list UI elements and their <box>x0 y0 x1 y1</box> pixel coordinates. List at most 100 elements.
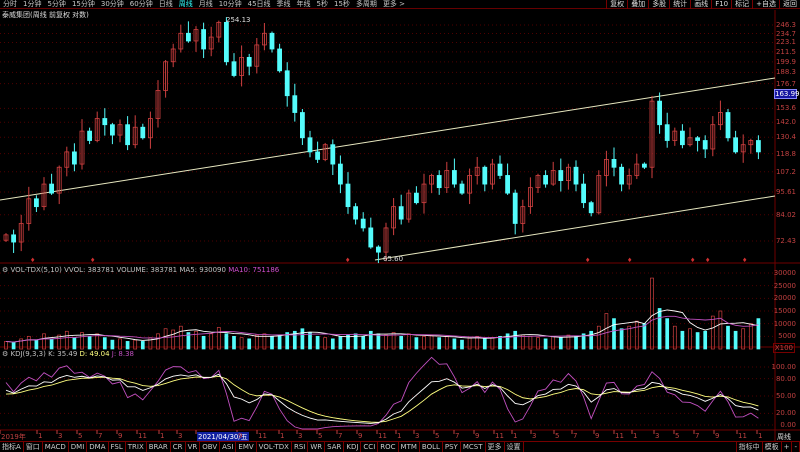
candle-body <box>375 246 381 253</box>
indicator-tab-25[interactable]: 设置 <box>505 442 524 452</box>
indicator-tab-21[interactable]: BOLL <box>420 442 443 452</box>
volume-bar <box>437 337 442 350</box>
candle-body <box>34 198 39 208</box>
bottom-right-button-1[interactable]: 模板 <box>763 442 782 452</box>
volume-bar <box>338 335 343 350</box>
price-tick: 130.4 <box>775 133 796 142</box>
indicator-tab-15[interactable]: WR <box>308 442 326 452</box>
indicator-tab-7[interactable]: BRAR <box>147 442 171 452</box>
candle-body <box>140 126 146 139</box>
volume-bar <box>64 330 69 350</box>
candle-body <box>307 137 313 153</box>
candle-body <box>223 21 229 63</box>
time-tick: 5 <box>318 432 323 440</box>
indicator-tab-23[interactable]: MCST <box>461 442 486 452</box>
volume-bar <box>72 337 77 350</box>
indicator-tab-6[interactable]: TRIX <box>126 442 147 452</box>
volume-bar <box>247 338 252 350</box>
time-tick: 3 <box>178 432 183 440</box>
price-tick: 153.6 <box>775 104 796 113</box>
candle-body <box>733 137 738 153</box>
volume-tick: 20000 <box>773 294 796 303</box>
indicator-tab-19[interactable]: ROC <box>378 442 399 452</box>
indicator-tab-1[interactable]: 窗口 <box>24 442 43 452</box>
time-tick: 9 <box>118 432 123 440</box>
time-tick: 1 <box>758 432 763 440</box>
indicator-tab-16[interactable]: SAR <box>325 442 345 452</box>
volume-tick: 25000 <box>773 281 796 290</box>
indicator-tab-14[interactable]: RSI <box>292 442 309 452</box>
candle-body <box>413 192 419 204</box>
indicator-tab-11[interactable]: ASI <box>220 442 237 452</box>
candle-body <box>49 183 54 194</box>
indicator-tab-13[interactable]: VOL-TDX <box>257 442 292 452</box>
indicator-tab-17[interactable]: KDJ <box>344 442 362 452</box>
candle-body <box>558 170 564 181</box>
bottom-right-button-3[interactable]: - <box>792 442 800 452</box>
volume-bar <box>315 335 320 350</box>
candle-body <box>277 48 283 72</box>
volume-bar <box>726 325 730 350</box>
volume-bar <box>232 335 236 350</box>
indicator-tab-5[interactable]: FSL <box>109 442 126 452</box>
indicator-tab-3[interactable]: DMI <box>69 442 88 452</box>
candle-body <box>231 61 237 76</box>
volume-bar <box>688 328 692 350</box>
candle-body <box>657 100 662 126</box>
volume-bar <box>34 339 39 350</box>
j-value: J: 8.38 <box>111 350 135 358</box>
volume-bar <box>695 332 700 350</box>
indicator-tab-24[interactable]: 更多 <box>486 442 505 452</box>
indicator-tab-10[interactable]: OBV <box>200 442 221 452</box>
volume-bar <box>756 318 761 350</box>
candle-body <box>664 124 670 141</box>
candle-body <box>284 70 290 97</box>
indicator-tab-4[interactable]: DMA <box>87 442 109 452</box>
time-tick: 3 <box>298 432 303 440</box>
time-tick: 7 <box>98 432 103 440</box>
candle-body <box>87 130 92 141</box>
chart-canvas[interactable]: ♦ ♦ ♦ ♦ ♦ ♦ ♦ ♦ <box>0 0 800 452</box>
time-tick: 3 <box>415 432 420 440</box>
candle-body <box>756 140 761 153</box>
candle-body <box>345 183 351 208</box>
candle-body <box>702 140 708 150</box>
indicator-tab-0[interactable]: 指标A <box>0 442 24 452</box>
indicator-tab-22[interactable]: PSY <box>443 442 461 452</box>
candle-body <box>368 227 374 248</box>
candle-body <box>185 32 191 42</box>
volume-bar <box>680 330 685 350</box>
bottom-right-button-2[interactable]: + <box>782 442 793 452</box>
time-tick: 3 <box>655 432 660 440</box>
indicator-tab-9[interactable]: VR <box>186 442 201 452</box>
candle-body <box>353 206 359 220</box>
volume-bar <box>612 318 616 350</box>
price-tick: 118.8 <box>775 149 796 158</box>
candle-body <box>72 151 77 165</box>
volume-bar <box>741 328 746 350</box>
indicator-tab-8[interactable]: CR <box>171 442 186 452</box>
indicator-tab-18[interactable]: CCI <box>361 442 379 452</box>
volume-bar <box>399 335 404 350</box>
current-price-label: 163.99 <box>774 89 800 99</box>
time-tick: 5 <box>675 432 680 440</box>
indicator-tab-20[interactable]: MTM <box>399 442 420 452</box>
volume-tick: 5000 <box>778 332 796 341</box>
settings-icon[interactable]: ⚙ <box>2 350 8 358</box>
bottom-right-button-0[interactable]: 指标中 <box>737 442 763 452</box>
event-marker: ♦ <box>705 257 710 264</box>
volume-bar <box>589 330 594 350</box>
time-tick: 1 <box>38 432 43 440</box>
event-marker: ♦ <box>690 257 695 264</box>
candle-body <box>482 166 488 185</box>
indicator-tab-12[interactable]: EMV <box>236 442 257 452</box>
settings-icon[interactable]: ⚙ <box>2 266 8 274</box>
volume-bar <box>163 328 168 350</box>
kdj-tick: 50.00 <box>775 392 796 400</box>
volume-value: VOLUME: 383781 <box>116 266 178 274</box>
indicator-tab-2[interactable]: MACD <box>43 442 69 452</box>
time-tick: 9 <box>595 432 600 440</box>
candle-body <box>330 144 336 165</box>
volume-bar <box>657 308 662 350</box>
indicator-name: VOL-TDX(5,10) <box>10 266 62 274</box>
